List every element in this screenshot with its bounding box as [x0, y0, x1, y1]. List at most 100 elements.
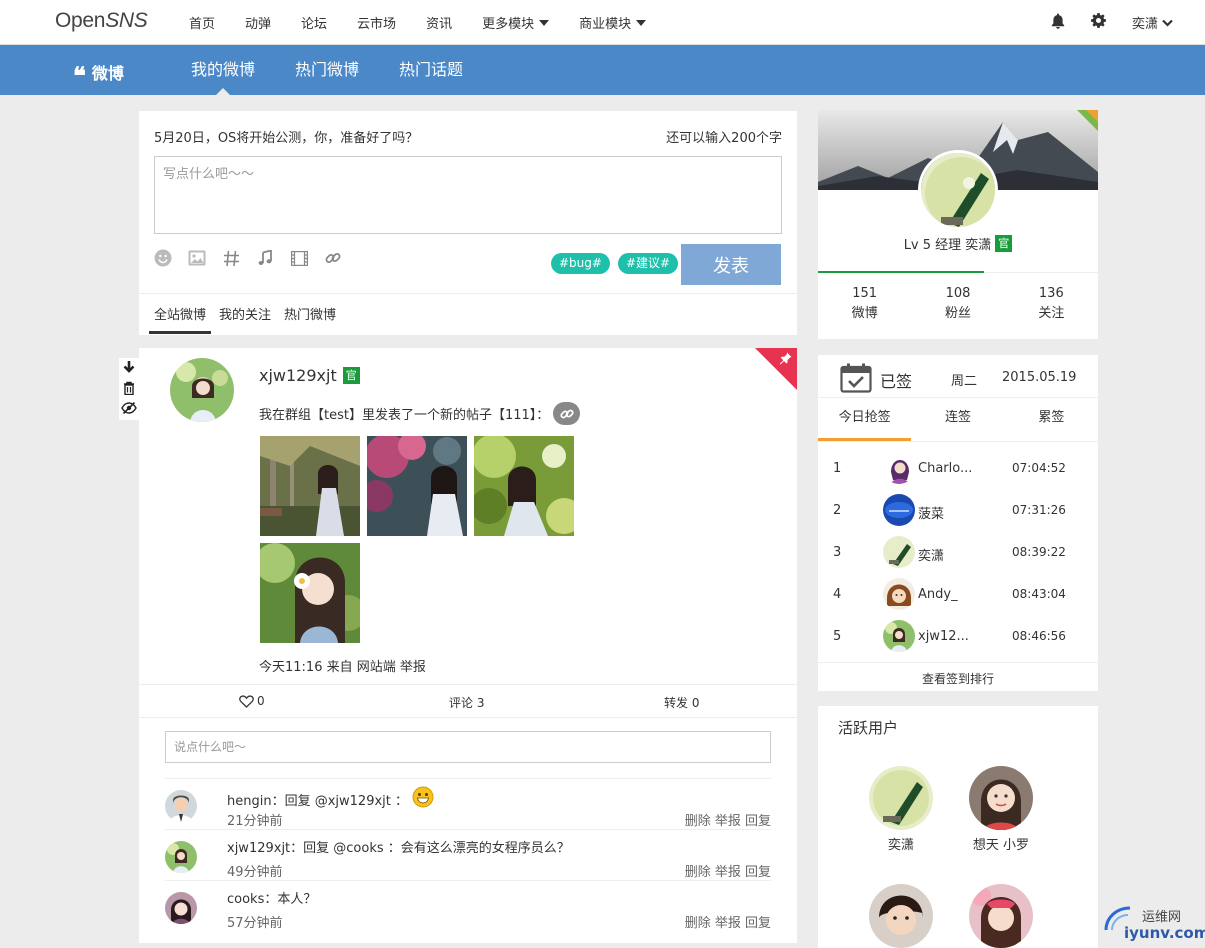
post-side-controls [119, 358, 139, 420]
weibo-subnav: ❝ 微博 我的微博 热门微博 热门话题 [0, 45, 1205, 95]
checkin-time: 07:04:52 [1012, 461, 1066, 475]
nav-item-business-modules[interactable]: 商业模块 [579, 13, 647, 32]
username[interactable]: Andy_ [918, 587, 958, 602]
video-icon[interactable] [290, 249, 308, 267]
avatar[interactable] [165, 841, 197, 873]
comment-actions[interactable]: 删除 举报 回复 [685, 912, 771, 931]
tab-all-weibo[interactable]: 全站微博 [149, 306, 212, 334]
username[interactable]: 奕潇 [918, 545, 944, 564]
comment-text: cooks：本人？ [227, 892, 317, 907]
checkin-status: 已签 [880, 372, 913, 391]
profile-level-name[interactable]: Lv 5 经理 奕潇 [904, 234, 992, 253]
music-icon[interactable] [256, 249, 274, 267]
comment-actions[interactable]: 删除 举报 回复 [685, 810, 771, 829]
rank: 3 [833, 545, 842, 560]
tab-following[interactable]: 我的关注 [214, 306, 276, 334]
active-user[interactable] [851, 884, 951, 948]
comment-time: 57分钟前 [227, 916, 283, 931]
user-menu[interactable]: 奕潇 [1132, 13, 1173, 32]
tab-today-rank[interactable]: 今日抢签 [818, 398, 912, 441]
stat-fans[interactable]: 108 粉丝 [911, 284, 1004, 324]
rank: 4 [833, 587, 842, 602]
tag-suggestion[interactable]: #建议# [617, 253, 679, 274]
exp-progress-bar [818, 271, 984, 273]
gear-icon[interactable] [1090, 13, 1106, 32]
checkin-time: 08:39:22 [1012, 545, 1066, 559]
avatar[interactable] [165, 892, 197, 924]
stat-following[interactable]: 136 关注 [1005, 284, 1098, 324]
divider [139, 293, 797, 294]
rank: 1 [833, 461, 842, 476]
nav-item-weibo[interactable]: 动弹 [245, 13, 271, 32]
tab-hot[interactable]: 热门微博 [279, 306, 341, 334]
avatar[interactable] [883, 578, 915, 610]
avatar[interactable] [883, 494, 915, 526]
author-avatar[interactable] [170, 358, 234, 422]
avatar[interactable] [883, 452, 915, 484]
post-photo[interactable] [367, 436, 467, 536]
rank: 2 [833, 503, 842, 518]
weibo-brand[interactable]: ❝ 微博 [73, 60, 124, 87]
active-user[interactable]: 奕潇 [851, 766, 951, 853]
nav-item-more-modules[interactable]: 更多模块 [482, 13, 550, 32]
tab-streak[interactable]: 连签 [911, 398, 1004, 441]
like-button[interactable]: 0 [239, 694, 265, 708]
username[interactable]: xjw12... [918, 629, 969, 644]
weibo-textarea[interactable] [154, 156, 782, 234]
checkin-weekday: 周二 [951, 374, 978, 389]
nav-item-news[interactable]: 资讯 [426, 13, 452, 32]
hashtag-icon[interactable] [222, 249, 240, 267]
tab-total[interactable]: 累签 [1005, 398, 1098, 441]
link-icon[interactable] [553, 402, 581, 425]
username[interactable]: Charlo... [918, 461, 972, 476]
comment-actions[interactable]: 删除 举报 回复 [685, 861, 771, 880]
active-user[interactable] [951, 884, 1051, 948]
image-icon[interactable] [188, 249, 206, 267]
tag-bug[interactable]: #bug# [551, 253, 610, 274]
post-photo[interactable] [260, 436, 360, 536]
comment-button[interactable]: 评论 3 [449, 694, 484, 711]
weibo-post: xjw129xjt 官 我在群组【test】里发表了一个新的帖子【111】： 今… [139, 348, 797, 943]
post-photo[interactable] [474, 436, 574, 536]
avatar[interactable] [165, 790, 197, 822]
view-checkin-ranking-link[interactable]: 查看签到排行 [818, 662, 1098, 691]
heart-icon [239, 694, 254, 708]
tab-hot-weibo[interactable]: 热门微博 [295, 45, 359, 95]
comment-input[interactable] [165, 731, 771, 763]
checkin-time: 08:46:56 [1012, 629, 1066, 643]
verified-badge: 官 [995, 235, 1013, 252]
profile-avatar[interactable] [918, 150, 998, 230]
grin-emoji-icon [412, 786, 434, 812]
active-user[interactable]: 想天 小罗 [951, 766, 1051, 853]
link-icon[interactable] [324, 249, 342, 267]
nav-item-home[interactable]: 首页 [189, 13, 215, 32]
avatar[interactable] [883, 536, 915, 568]
avatar[interactable] [883, 620, 915, 652]
forward-button[interactable]: 转发 0 [664, 694, 699, 711]
comment-text: xjw129xjt：回复 @cooks ：会有这么漂亮的女程序员么？ [227, 841, 570, 856]
stat-weibo[interactable]: 151 微博 [818, 284, 911, 324]
active-users-widget: 活跃用户 奕潇 想天 小罗 [818, 706, 1098, 948]
profile-card: Lv 5 经理 奕潇 官 151 微博 108 粉丝 136 关注 [818, 110, 1098, 339]
tab-my-weibo[interactable]: 我的微博 [191, 45, 255, 95]
nav-item-market[interactable]: 云市场 [357, 13, 396, 32]
caret-down-icon [539, 19, 550, 26]
hide-icon[interactable] [121, 401, 137, 418]
checkin-time: 08:43:04 [1012, 587, 1066, 601]
author-name[interactable]: xjw129xjt [259, 366, 337, 385]
trash-icon[interactable] [123, 381, 135, 399]
nav-item-forum[interactable]: 论坛 [301, 13, 327, 32]
publish-button[interactable]: 发表 [681, 244, 781, 285]
site-watermark: 运维网 iyunv.com [1100, 900, 1205, 945]
checkin-row: 2 菠菜 07:31:26 [818, 489, 1098, 531]
site-logo[interactable]: OpenSNS [55, 9, 148, 33]
top-navbar: OpenSNS 首页 动弹 论坛 云市场 资讯 更多模块 商业模块 奕潇 [0, 0, 1205, 45]
tab-hot-topics[interactable]: 热门话题 [399, 45, 463, 95]
avatar [969, 884, 1033, 948]
arrow-down-icon[interactable] [122, 360, 136, 378]
post-photo[interactable] [260, 543, 360, 643]
emoji-icon[interactable] [154, 249, 172, 267]
bell-icon[interactable] [1051, 13, 1065, 33]
username[interactable]: 菠菜 [918, 503, 944, 522]
checkin-row: 3 奕潇 08:39:22 [818, 531, 1098, 573]
